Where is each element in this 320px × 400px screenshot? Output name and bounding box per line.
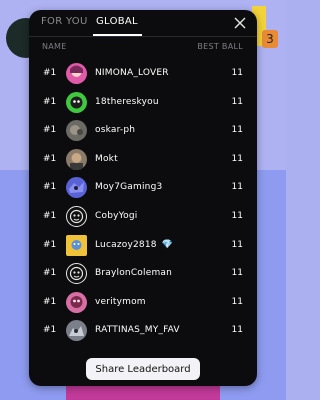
rank-label: #1	[43, 68, 57, 78]
rank-label: #1	[43, 268, 57, 279]
leaderboard-tabs: FOR YOU GLOBAL	[29, 10, 257, 36]
share-leaderboard-button[interactable]: Share Leaderboard	[86, 358, 200, 380]
best-ball-score: 11	[231, 125, 243, 136]
best-ball-score: 11	[231, 239, 243, 250]
player-name: oskar-ph	[95, 125, 136, 136]
avatar	[66, 206, 87, 227]
leaderboard-header: NAME BEST BALL	[29, 42, 257, 54]
best-ball-score: 11	[231, 296, 243, 307]
best-ball-score: 11	[231, 96, 243, 107]
diamond-icon: 💎	[161, 239, 174, 250]
player-name: Lucazoy2818 💎	[95, 239, 174, 250]
list-item[interactable]: #1 NIMONA_LOVER 11	[29, 60, 257, 88]
avatar	[66, 177, 87, 199]
close-icon[interactable]	[232, 15, 248, 31]
list-item[interactable]: #1 BraylonColeman 11	[29, 260, 257, 288]
best-ball-score: 11	[231, 68, 243, 78]
background-shape-pink	[66, 386, 220, 400]
list-item[interactable]: #1 RATTINAS_MY_FAV 11	[29, 317, 257, 345]
best-ball-score: 11	[231, 325, 243, 336]
avatar	[66, 120, 87, 142]
background-badge: 3	[262, 30, 278, 48]
player-name: 18thereskyou	[95, 96, 159, 107]
rank-label: #1	[43, 182, 57, 193]
best-ball-score: 11	[231, 268, 243, 279]
avatar	[66, 91, 87, 113]
tabs-divider	[29, 36, 257, 37]
player-name: NIMONA_LOVER	[95, 68, 169, 78]
list-item[interactable]: #1 oskar-ph 11	[29, 117, 257, 145]
leaderboard-panel: FOR YOU GLOBAL NAME BEST BALL #1 NIMONA_…	[29, 10, 257, 386]
best-ball-score: 11	[231, 211, 243, 221]
avatar	[66, 234, 87, 256]
avatar	[66, 63, 87, 84]
rank-label: #1	[43, 296, 57, 307]
list-item[interactable]: #1 18thereskyou 11	[29, 89, 257, 117]
list-item[interactable]: #1 Lucazoy2818 💎 11	[29, 232, 257, 260]
avatar	[66, 320, 87, 342]
rank-label: #1	[43, 211, 57, 221]
list-item[interactable]: #1 veritymom 11	[29, 289, 257, 317]
player-name: Moy7Gaming3	[95, 182, 163, 193]
column-best-ball-header: BEST BALL	[197, 42, 243, 51]
column-name-header: NAME	[42, 42, 67, 51]
player-name: veritymom	[95, 296, 146, 307]
list-item[interactable]: #1 CobyYogi 11	[29, 203, 257, 231]
best-ball-score: 11	[231, 182, 243, 193]
avatar	[66, 263, 87, 285]
tab-global[interactable]: GLOBAL	[96, 16, 138, 27]
tab-for-you[interactable]: FOR YOU	[41, 16, 88, 27]
rank-label: #1	[43, 239, 57, 250]
player-name: BraylonColeman	[95, 268, 173, 279]
player-name: RATTINAS_MY_FAV	[95, 325, 180, 336]
avatar	[66, 148, 87, 170]
player-name: CobyYogi	[95, 211, 138, 221]
list-item[interactable]: #1 Moy7Gaming3 11	[29, 174, 257, 202]
rank-label: #1	[43, 125, 57, 136]
player-name: Mokt	[95, 153, 118, 164]
rank-label: #1	[43, 325, 57, 336]
rank-label: #1	[43, 153, 57, 164]
list-item[interactable]: #1 Mokt 11	[29, 146, 257, 174]
rank-label: #1	[43, 96, 57, 107]
best-ball-score: 11	[231, 153, 243, 164]
avatar	[66, 291, 87, 313]
